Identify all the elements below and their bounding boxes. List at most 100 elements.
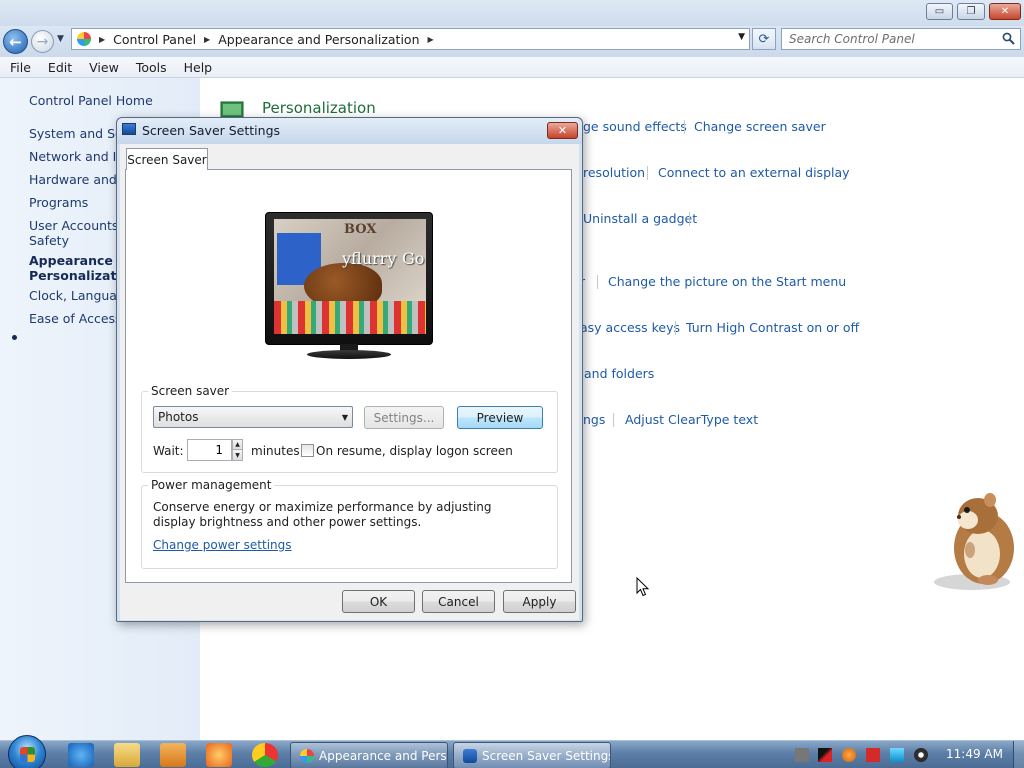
control-panel-icon <box>300 749 314 763</box>
search-box[interactable] <box>781 28 1021 50</box>
taskbar: Appearance and Pers... Screen Saver Sett… <box>0 735 1024 768</box>
settings-button[interactable]: Settings... <box>364 406 444 429</box>
tab-panel: BOX yflurry Go Screen saver Photos ▼ Set… <box>125 169 572 583</box>
sidebar-control-panel-home[interactable]: Control Panel Home <box>29 93 199 108</box>
preview-text: yflurry <box>342 249 397 268</box>
tray-search-icon[interactable] <box>842 748 856 762</box>
address-bar[interactable]: ▶ Control Panel ▶ Appearance and Persona… <box>71 28 750 50</box>
action-center-flag-icon[interactable] <box>866 748 880 762</box>
control-panel-icon <box>77 32 91 46</box>
selected-screen-saver: Photos <box>158 410 199 424</box>
chrome-icon[interactable] <box>252 743 278 767</box>
close-window-button[interactable]: ✕ <box>989 3 1021 20</box>
link-change-sound-effects[interactable]: ge sound effects <box>583 119 687 134</box>
breadcrumb-separator-icon[interactable]: ▶ <box>428 35 434 44</box>
apply-button[interactable]: Apply <box>503 590 576 613</box>
window-titlebar: ▭ ❐ ✕ <box>0 0 1024 26</box>
maximize-button[interactable]: ❐ <box>957 3 985 20</box>
breadcrumb-separator-icon[interactable]: ▶ <box>99 35 105 44</box>
minimize-button[interactable]: ▭ <box>926 3 953 20</box>
network-icon[interactable] <box>890 748 904 762</box>
link-files-and-folders[interactable]: and folders <box>584 366 654 381</box>
link-separator <box>613 413 614 427</box>
windows-logo-icon <box>20 747 35 762</box>
link-high-contrast[interactable]: Turn High Contrast on or off <box>686 320 859 335</box>
start-button[interactable] <box>8 735 46 768</box>
link-easy-access-keys[interactable]: asy access keys <box>580 320 680 335</box>
back-button[interactable]: ← <box>3 29 28 54</box>
breadcrumb-control-panel[interactable]: Control Panel <box>113 32 196 47</box>
ok-button[interactable]: OK <box>342 590 415 613</box>
power-group-label: Power management <box>148 478 275 492</box>
link-adjust-cleartype[interactable]: Adjust ClearType text <box>625 412 758 427</box>
menu-file[interactable]: File <box>0 60 38 75</box>
clock[interactable]: 11:49 AM <box>946 747 1003 761</box>
search-icon[interactable] <box>1002 32 1015 45</box>
cancel-button[interactable]: Cancel <box>422 590 495 613</box>
preview-text: BOX <box>344 222 377 237</box>
refresh-button[interactable]: ⟳ <box>752 28 776 50</box>
maximize-icon: ❐ <box>966 6 976 17</box>
tray-app-icon[interactable] <box>795 748 809 762</box>
spin-down-icon[interactable]: ▼ <box>233 450 242 460</box>
menu-tools[interactable]: Tools <box>126 60 174 75</box>
power-description: Conserve energy or maximize performance … <box>153 500 492 529</box>
menu-edit[interactable]: Edit <box>38 60 79 75</box>
tab-screen-saver[interactable]: Screen Saver <box>126 148 208 170</box>
menu-view[interactable]: View <box>79 60 126 75</box>
link-separator <box>647 166 648 180</box>
back-arrow-icon: ← <box>9 32 22 51</box>
breadcrumb-appearance[interactable]: Appearance and Personalization <box>218 32 419 47</box>
media-player-icon[interactable] <box>160 743 186 767</box>
dialog-body: Screen Saver BOX yflurry Go Screen saver… <box>120 144 579 620</box>
link-adjust-resolution[interactable]: resolution <box>583 165 645 180</box>
logon-screen-label[interactable]: On resume, display logon screen <box>316 444 513 458</box>
link-separator <box>689 212 690 226</box>
screen-saver-icon <box>122 123 136 135</box>
wait-spinner[interactable]: ▲ ▼ <box>232 439 243 461</box>
forward-arrow-icon: → <box>36 33 49 50</box>
screen-saver-select[interactable]: Photos ▼ <box>153 406 353 428</box>
hamster-gadget[interactable] <box>932 488 1020 592</box>
taskbar-item-screen-saver[interactable]: Screen Saver Settings <box>453 742 611 768</box>
dialog-titlebar[interactable]: Screen Saver Settings ✕ <box>117 118 582 144</box>
preview-photo-items <box>274 301 426 334</box>
mouse-cursor-icon <box>636 577 650 597</box>
search-input[interactable] <box>782 29 992 49</box>
link-uninstall-gadget[interactable]: Uninstall a gadget <box>583 211 697 226</box>
link-change-start-menu-picture[interactable]: Change the picture on the Start menu <box>608 274 846 289</box>
logon-screen-checkbox[interactable] <box>301 444 314 457</box>
monitor-preview: BOX yflurry Go <box>265 212 433 360</box>
taskbar-item-appearance[interactable]: Appearance and Pers... <box>290 742 448 768</box>
forward-button[interactable]: → <box>31 30 54 53</box>
show-desktop-button[interactable] <box>1013 741 1024 768</box>
change-power-settings-link[interactable]: Change power settings <box>153 538 292 552</box>
recent-pages-dropdown[interactable]: ▼ <box>57 34 64 44</box>
close-icon: ✕ <box>1000 6 1010 17</box>
link-connect-external-display[interactable]: Connect to an external display <box>658 165 850 180</box>
firefox-icon[interactable] <box>206 743 232 767</box>
link-font-settings[interactable]: ngs <box>583 412 605 427</box>
wait-minutes-input[interactable] <box>187 439 232 461</box>
personalization-title[interactable]: Personalization <box>262 99 376 117</box>
tray-check-icon[interactable] <box>818 748 832 762</box>
screen-saver-preview-image: BOX yflurry Go <box>274 219 426 334</box>
preview-button[interactable]: Preview <box>457 406 543 429</box>
dialog-title: Screen Saver Settings <box>142 123 281 138</box>
taskbar-item-label: Screen Saver Settings <box>482 748 611 763</box>
breadcrumb-separator-icon[interactable]: ▶ <box>204 35 210 44</box>
internet-explorer-icon[interactable] <box>68 743 94 767</box>
spin-up-icon[interactable]: ▲ <box>233 440 242 450</box>
link-change-screen-saver[interactable]: Change screen saver <box>694 119 826 134</box>
monitor-base <box>307 350 391 359</box>
dialog-close-button[interactable]: ✕ <box>547 122 578 139</box>
volume-icon[interactable] <box>914 748 928 762</box>
address-dropdown-icon[interactable]: ▼ <box>738 32 745 42</box>
screen-saver-group-label: Screen saver <box>148 384 233 398</box>
link-separator <box>597 275 598 289</box>
close-icon: ✕ <box>557 124 568 137</box>
power-management-group: Power management Conserve energy or maxi… <box>141 478 558 569</box>
file-explorer-icon[interactable] <box>114 743 140 767</box>
menu-help[interactable]: Help <box>174 60 220 75</box>
monitor-frame: BOX yflurry Go <box>265 212 433 345</box>
